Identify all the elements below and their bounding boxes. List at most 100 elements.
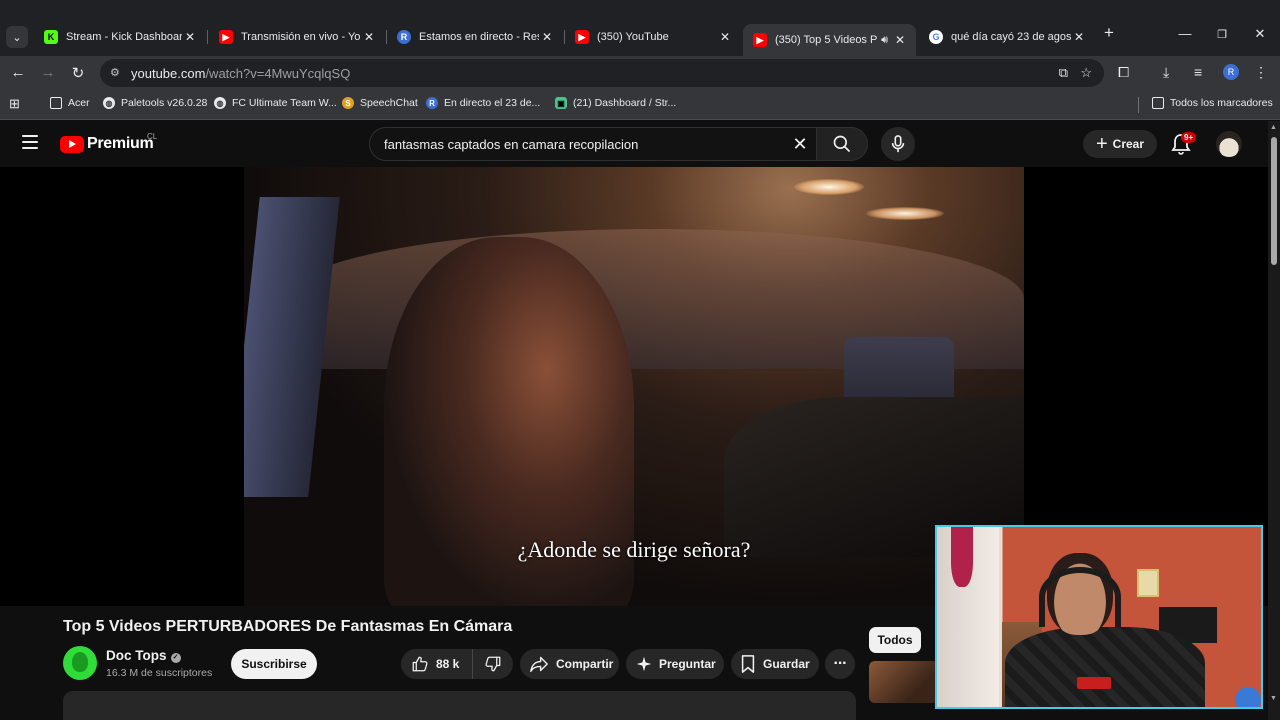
minimize-icon[interactable]: — xyxy=(1170,26,1200,41)
new-tab-button[interactable]: + xyxy=(1094,23,1124,43)
address-bar[interactable]: ⚙︎ youtube.com/watch?v=4MwuYcqlqSQ ⧉ ☆ xyxy=(100,59,1104,87)
dashboard-icon: ▣ xyxy=(555,97,567,109)
video-title: Top 5 Videos PERTURBADORES De Fantasmas … xyxy=(63,618,513,635)
restore-icon[interactable]: ❐ xyxy=(1207,28,1237,41)
restream-icon: R xyxy=(426,97,438,109)
tab-title: qué día cayó 23 de agosto xyxy=(951,31,1071,43)
speechchat-icon: S xyxy=(342,97,354,109)
subscribe-button[interactable]: Suscribirse xyxy=(231,649,317,679)
close-icon[interactable]: ✕ xyxy=(539,30,555,44)
create-button[interactable]: + Crear xyxy=(1083,130,1157,158)
bookmark-star-icon[interactable]: ☆ xyxy=(1080,65,1092,81)
share-arrow-icon xyxy=(530,656,548,673)
profile-avatar[interactable]: R xyxy=(1223,64,1239,80)
close-icon[interactable]: ✕ xyxy=(1071,30,1087,44)
menu-icon[interactable]: ⋮ xyxy=(1254,64,1268,81)
share-label: Compartir xyxy=(556,657,614,671)
tab-restream[interactable]: R Estamos en directo - Restr ✕ xyxy=(387,24,563,50)
back-icon[interactable]: ← xyxy=(8,64,28,81)
extensions-icon[interactable]: ⧠ xyxy=(1118,64,1129,81)
clear-search-icon[interactable]: ✕ xyxy=(790,134,810,154)
folder-icon xyxy=(1152,97,1164,109)
webcam-scene-curtain xyxy=(951,527,973,587)
tab-search-button[interactable]: ⌄ xyxy=(6,26,28,48)
tab-kick-dashboard[interactable]: K Stream - Kick Dashboard ✕ xyxy=(34,24,206,50)
like-count: 88 k xyxy=(436,657,460,671)
scroll-down-icon[interactable]: ▼ xyxy=(1270,695,1277,702)
bookmark-label: En directo el 23 de... xyxy=(444,97,541,109)
menu-hamburger-icon[interactable] xyxy=(22,135,38,149)
close-icon[interactable]: ✕ xyxy=(361,30,377,44)
video-frame[interactable]: ¿Adonde se dirige señora? xyxy=(244,167,1024,606)
close-icon[interactable]: ✕ xyxy=(182,30,198,44)
search-query-text: fantasmas captados en camara recopilacio… xyxy=(384,137,639,152)
more-actions-button[interactable]: ··· xyxy=(825,649,855,679)
downloads-icon[interactable]: ⤓ xyxy=(1163,64,1169,81)
bookmark-label: SpeechChat xyxy=(360,97,418,109)
bookmark-en-directo[interactable]: R En directo el 23 de... xyxy=(426,97,540,109)
share-button[interactable]: Compartir xyxy=(520,649,619,679)
url-text[interactable]: youtube.com/watch?v=4MwuYcqlqSQ xyxy=(131,66,350,81)
bookmark-paletools[interactable]: ◍ Paletools v26.0.28 xyxy=(103,97,207,109)
sparkle-icon xyxy=(636,656,652,672)
globe-icon: ◍ xyxy=(214,97,226,109)
description-box[interactable] xyxy=(63,691,856,720)
webcam-scene-picture xyxy=(1137,569,1159,597)
bookmark-label: FC Ultimate Team W... xyxy=(232,97,337,109)
bookmark-fc-ultimate[interactable]: ◍ FC Ultimate Team W... xyxy=(214,97,337,109)
forward-icon[interactable]: → xyxy=(38,64,58,81)
tab-youtube-home[interactable]: ▶ (350) YouTube ✕ xyxy=(565,24,741,50)
reload-icon[interactable]: ↻ xyxy=(68,64,88,82)
all-bookmarks[interactable]: Todos los marcadores xyxy=(1152,97,1273,109)
channel-name-row[interactable]: Doc Tops ✓ xyxy=(106,648,181,663)
restream-icon: R xyxy=(397,30,411,44)
url-path: /watch?v=4MwuYcqlqSQ xyxy=(205,66,351,81)
close-icon[interactable]: ✕ xyxy=(717,30,733,44)
user-avatar[interactable] xyxy=(1216,131,1242,157)
close-icon[interactable]: ✕ xyxy=(892,33,908,47)
tab-title: Transmisión en vivo - YouT xyxy=(241,31,361,43)
scroll-thumb[interactable] xyxy=(1271,137,1277,265)
kick-icon: K xyxy=(44,30,58,44)
youtube-premium-logo[interactable]: Premium xyxy=(60,135,154,153)
site-info-icon[interactable]: ⚙︎ xyxy=(110,66,120,79)
speaker-icon[interactable]: 🔊︎ xyxy=(881,34,888,47)
like-button[interactable]: 88 k xyxy=(401,649,473,679)
youtube-icon: ▶ xyxy=(753,33,767,47)
tab-title: (350) YouTube xyxy=(597,31,669,43)
voice-search-button[interactable] xyxy=(881,127,915,161)
bookmark-speechchat[interactable]: S SpeechChat xyxy=(342,97,418,109)
tab-strip: ⌄ K Stream - Kick Dashboard ✕ ▶ Transmis… xyxy=(0,0,1280,56)
search-button[interactable] xyxy=(816,127,868,161)
subscriber-count: 16.3 M de suscriptores xyxy=(106,667,213,679)
plus-icon: + xyxy=(1095,133,1108,155)
media-controls-icon[interactable]: ≡ xyxy=(1194,64,1202,80)
bookmark-dashboard[interactable]: ▣ (21) Dashboard / Str... xyxy=(555,97,676,109)
bookmark-acer[interactable]: Acer xyxy=(50,97,90,109)
tab-google-search[interactable]: G qué día cayó 23 de agosto ✕ xyxy=(919,24,1095,50)
channel-name[interactable]: Doc Tops xyxy=(106,648,167,663)
bookmarks-bar: ⊞ Acer ◍ Paletools v26.0.28 ◍ FC Ultimat… xyxy=(0,90,1280,120)
page-scrollbar[interactable]: ▲ ▼ xyxy=(1268,121,1280,720)
youtube-icon: ▶ xyxy=(575,30,589,44)
cast-icon[interactable]: ⧉ xyxy=(1059,65,1068,81)
dislike-button[interactable] xyxy=(473,649,513,679)
close-window-icon[interactable]: ✕ xyxy=(1245,26,1275,42)
ask-label: Preguntar xyxy=(659,657,716,671)
channel-avatar[interactable] xyxy=(63,646,97,680)
filter-chip-all[interactable]: Todos xyxy=(869,627,921,653)
scroll-up-icon[interactable]: ▲ xyxy=(1270,124,1277,131)
apps-icon[interactable]: ⊞ xyxy=(9,96,20,112)
all-bookmarks-label: Todos los marcadores xyxy=(1170,97,1273,109)
notification-badge: 9+ xyxy=(1181,132,1197,143)
video-subtitle: ¿Adonde se dirige señora? xyxy=(517,537,751,562)
related-video-thumbnail[interactable] xyxy=(869,661,939,703)
bookmark-label: Acer xyxy=(68,97,90,109)
search-input[interactable]: fantasmas captados en camara recopilacio… xyxy=(369,127,816,161)
ask-button[interactable]: Preguntar xyxy=(626,649,724,679)
youtube-header: Premium CL fantasmas captados en camara … xyxy=(0,121,1268,167)
tab-youtube-live[interactable]: ▶ Transmisión en vivo - YouT ✕ xyxy=(209,24,385,50)
save-button[interactable]: Guardar xyxy=(731,649,819,679)
tab-active-video[interactable]: ▶ (350) Top 5 Videos PER 🔊︎ ✕ xyxy=(743,24,916,56)
save-label: Guardar xyxy=(763,657,810,671)
